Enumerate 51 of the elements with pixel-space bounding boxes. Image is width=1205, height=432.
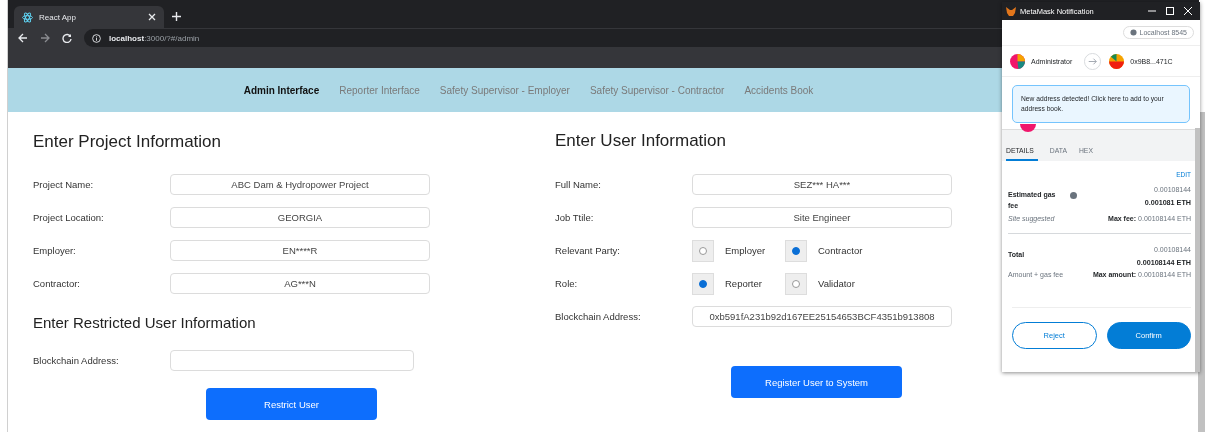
radio-button[interactable] xyxy=(699,279,707,288)
text-field[interactable]: Site Engineer xyxy=(692,207,952,228)
radio-button[interactable] xyxy=(792,279,800,288)
text-field[interactable]: ABC Dam & Hydropower Project xyxy=(170,174,430,195)
browser-tab[interactable]: React App xyxy=(14,6,164,28)
section-heading: Enter User Information xyxy=(555,131,727,151)
restrict-user-button[interactable]: Restrict User xyxy=(206,388,377,420)
text-field[interactable]: SEZ*** HA*** xyxy=(692,174,952,195)
scrollbar[interactable] xyxy=(1195,128,1200,372)
info-icon xyxy=(92,33,101,43)
info-icon xyxy=(1070,192,1077,199)
field-label: Role: xyxy=(555,278,579,289)
text-field[interactable] xyxy=(170,350,414,371)
field-label: Job Ttile: xyxy=(555,212,595,223)
avatar-icon xyxy=(1010,53,1025,69)
radio-label: Validator xyxy=(818,278,856,289)
field-label: Employer: xyxy=(33,245,77,256)
globe-icon xyxy=(1129,29,1137,36)
radio-label: Contractor xyxy=(818,245,864,256)
section-heading: Enter Restricted User Information xyxy=(33,314,257,331)
close-icon[interactable] xyxy=(148,13,156,21)
avatar-icon xyxy=(1109,53,1125,69)
tab-title: React App xyxy=(39,12,77,22)
field-label: Contractor: xyxy=(33,278,81,289)
plus-icon[interactable] xyxy=(172,12,181,21)
nav-link[interactable]: Admin Interface xyxy=(243,84,320,96)
field-label: Relevant Party: xyxy=(555,245,621,256)
text-field[interactable]: 0xb591fA231b92d167EE25154653BCF4351b913808 xyxy=(692,306,952,327)
section-heading: Enter Project Information xyxy=(33,132,223,152)
field-label: Blockchain Address: xyxy=(555,311,642,322)
radio-button[interactable] xyxy=(699,246,707,255)
radio-label: Employer xyxy=(725,245,767,256)
back-icon[interactable] xyxy=(18,33,28,43)
url-text: localhost:3000/?#/admin xyxy=(109,33,200,43)
text-field[interactable]: EN****R xyxy=(170,240,430,261)
field-label: Full Name: xyxy=(555,179,602,190)
minimize-icon[interactable] xyxy=(1148,7,1156,15)
maximize-icon[interactable] xyxy=(1166,7,1174,15)
fox-icon xyxy=(1006,6,1016,16)
field-label: Project Name: xyxy=(33,179,95,190)
text-field[interactable]: GEORGIA xyxy=(170,207,430,228)
forward-icon[interactable] xyxy=(40,33,50,43)
field-label: Project Location: xyxy=(33,212,105,223)
avatar-icon xyxy=(1020,124,1036,132)
atom-icon xyxy=(22,11,33,23)
radio-button[interactable] xyxy=(792,246,800,255)
radio-label: Reporter xyxy=(725,278,763,289)
field-label: Blockchain Address: xyxy=(33,355,120,366)
reload-icon[interactable] xyxy=(62,33,72,43)
register-user-button[interactable]: Register User to System xyxy=(731,366,902,398)
text-field[interactable]: AG***N xyxy=(170,273,430,294)
